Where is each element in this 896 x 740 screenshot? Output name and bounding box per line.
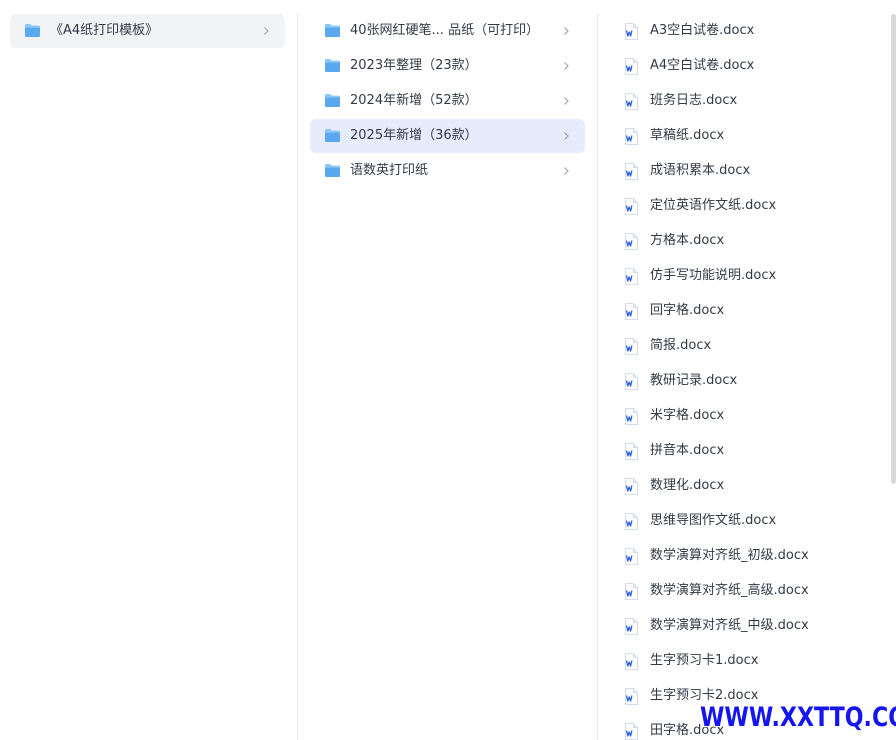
folder-icon — [25, 24, 40, 37]
file-label: A4空白试卷.docx — [650, 58, 755, 73]
word-file-icon — [625, 338, 638, 355]
word-file-icon — [625, 408, 638, 425]
file-row[interactable]: 简报.docx — [612, 329, 874, 363]
word-file-icon — [625, 513, 638, 530]
file-row[interactable]: A4空白试卷.docx — [612, 49, 874, 83]
word-file-icon — [625, 23, 638, 40]
column-subfolders: 40张网红硬笔... 品纸（可打印） 2023年整理（23款） 2024年新增（… — [298, 0, 597, 740]
file-row[interactable]: 班务日志.docx — [612, 84, 874, 118]
word-file-icon — [625, 233, 638, 250]
file-browser: 《A4纸打印模板》 40张网红硬笔... 品纸（可打印） 2023年整理（23款… — [0, 0, 896, 740]
file-label: 数理化.docx — [650, 478, 725, 493]
file-row[interactable]: 草稿纸.docx — [612, 119, 874, 153]
folder-row-2025[interactable]: 2025年新增（36款） — [310, 119, 585, 153]
file-row[interactable]: 成语积累本.docx — [612, 154, 874, 188]
file-label: 班务日志.docx — [650, 93, 738, 108]
column-files: A3空白试卷.docx A4空白试卷.docx 班务日志.docx 草稿纸.do… — [598, 0, 890, 740]
file-row[interactable]: 定位英语作文纸.docx — [612, 189, 874, 223]
file-label: 定位英语作文纸.docx — [650, 198, 777, 213]
file-label: 数学演算对齐纸_初级.docx — [650, 548, 809, 563]
file-label: 拼音本.docx — [650, 443, 725, 458]
file-label: 教研记录.docx — [650, 373, 738, 388]
word-file-icon — [625, 653, 638, 670]
folder-label: 2023年整理（23款） — [350, 58, 478, 73]
folder-row-2023[interactable]: 2023年整理（23款） — [310, 49, 585, 83]
chevron-right-icon — [564, 132, 569, 140]
file-label: A3空白试卷.docx — [650, 23, 755, 38]
word-file-icon — [625, 688, 638, 705]
scrollbar-thumb[interactable] — [891, 14, 896, 484]
file-row[interactable]: 拼音本.docx — [612, 434, 874, 468]
word-file-icon — [625, 443, 638, 460]
file-row[interactable]: 教研记录.docx — [612, 364, 874, 398]
file-row[interactable]: A3空白试卷.docx — [612, 14, 874, 48]
file-label: 简报.docx — [650, 338, 712, 353]
word-file-icon — [625, 618, 638, 635]
chevron-right-icon — [564, 97, 569, 105]
word-file-icon — [625, 723, 638, 740]
file-row[interactable]: 米字格.docx — [612, 399, 874, 433]
file-label: 回字格.docx — [650, 303, 725, 318]
word-file-icon — [625, 303, 638, 320]
file-row[interactable]: 方格本.docx — [612, 224, 874, 258]
word-file-icon — [625, 373, 638, 390]
file-row[interactable]: 数学演算对齐纸_高级.docx — [612, 574, 874, 608]
folder-icon — [325, 94, 340, 107]
word-file-icon — [625, 163, 638, 180]
file-label: 生字预习卡1.docx — [650, 653, 759, 668]
folder-label: 40张网红硬笔... 品纸（可打印） — [350, 23, 540, 38]
file-row[interactable]: 数学演算对齐纸_初级.docx — [612, 539, 874, 573]
file-row[interactable]: 仿手写功能说明.docx — [612, 259, 874, 293]
word-file-icon — [625, 268, 638, 285]
file-row[interactable]: 数理化.docx — [612, 469, 874, 503]
file-label: 成语积累本.docx — [650, 163, 751, 178]
file-row[interactable]: 数学演算对齐纸_中级.docx — [612, 609, 874, 643]
folder-label: 2025年新增（36款） — [350, 128, 478, 143]
chevron-right-icon — [264, 27, 269, 35]
folder-label: 2024年新增（52款） — [350, 93, 478, 108]
folder-row-2024[interactable]: 2024年新增（52款） — [310, 84, 585, 118]
folder-icon — [325, 129, 340, 142]
word-file-icon — [625, 198, 638, 215]
word-file-icon — [625, 93, 638, 110]
file-label: 方格本.docx — [650, 233, 725, 248]
chevron-right-icon — [564, 167, 569, 175]
file-row[interactable]: 生字预习卡1.docx — [612, 644, 874, 678]
word-file-icon — [625, 478, 638, 495]
file-label: 数学演算对齐纸_中级.docx — [650, 618, 809, 633]
folder-icon — [325, 24, 340, 37]
folder-row-a4-templates[interactable]: 《A4纸打印模板》 — [10, 14, 285, 48]
file-label: 数学演算对齐纸_高级.docx — [650, 583, 809, 598]
folder-label: 语数英打印纸 — [350, 163, 429, 178]
column-root: 《A4纸打印模板》 — [0, 0, 297, 740]
file-label: 思维导图作文纸.docx — [650, 513, 777, 528]
folder-icon — [325, 164, 340, 177]
word-file-icon — [625, 58, 638, 75]
file-row[interactable]: 回字格.docx — [612, 294, 874, 328]
chevron-right-icon — [564, 27, 569, 35]
folder-icon — [325, 59, 340, 72]
folder-row-40-sheets[interactable]: 40张网红硬笔... 品纸（可打印） — [310, 14, 585, 48]
file-label: 米字格.docx — [650, 408, 725, 423]
word-file-icon — [625, 548, 638, 565]
folder-label: 《A4纸打印模板》 — [50, 23, 159, 38]
folder-row-chinese-math-english[interactable]: 语数英打印纸 — [310, 154, 585, 188]
chevron-right-icon — [564, 62, 569, 70]
word-file-icon — [625, 128, 638, 145]
word-file-icon — [625, 583, 638, 600]
file-label: 仿手写功能说明.docx — [650, 268, 777, 283]
watermark-text: WWW.XXTTQ.COM — [700, 702, 896, 733]
file-label: 草稿纸.docx — [650, 128, 725, 143]
file-row[interactable]: 思维导图作文纸.docx — [612, 504, 874, 538]
